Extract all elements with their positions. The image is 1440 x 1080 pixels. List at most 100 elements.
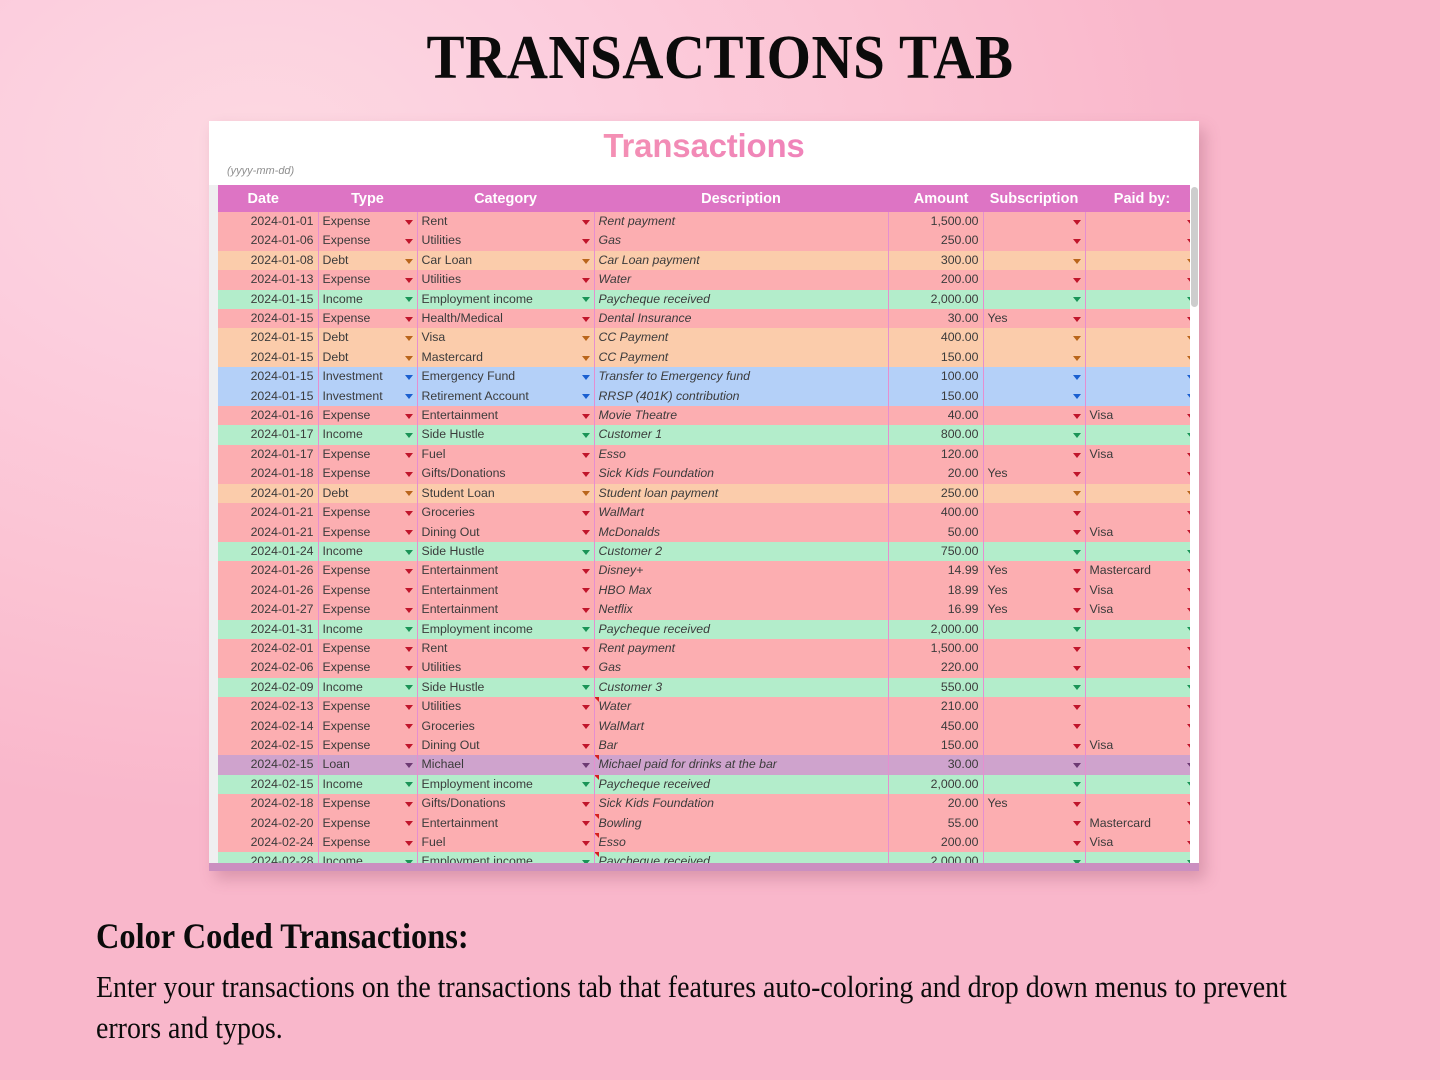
chevron-down-icon[interactable] — [581, 588, 590, 594]
cell-category[interactable]: Groceries — [417, 503, 595, 523]
cell-paid-by[interactable] — [1085, 250, 1199, 271]
column-header-paid-by[interactable]: Paid by: — [1085, 185, 1199, 212]
chevron-down-icon[interactable] — [404, 510, 413, 516]
table-row[interactable]: 2024-01-15 Income Employment income Paycheq… — [209, 289, 1199, 310]
chevron-down-icon[interactable] — [1072, 471, 1081, 477]
chevron-down-icon[interactable] — [404, 801, 413, 807]
chevron-down-icon[interactable] — [404, 413, 413, 419]
cell-subscription[interactable] — [983, 716, 1086, 736]
chevron-down-icon[interactable] — [1072, 724, 1081, 730]
cell-paid-by[interactable]: Visa — [1085, 522, 1199, 542]
table-row[interactable]: 2024-01-18 Expense Gifts/Donations Sick Kid… — [209, 464, 1199, 484]
cell-paid-by[interactable]: Visa — [1085, 580, 1199, 601]
chevron-down-icon[interactable] — [581, 704, 590, 710]
cell-date[interactable]: 2024-01-15 — [209, 386, 319, 407]
cell-paid-by[interactable] — [1085, 541, 1199, 562]
cell-subscription[interactable] — [983, 347, 1086, 368]
chevron-down-icon[interactable] — [404, 685, 413, 691]
cell-amount[interactable]: 210.00 — [888, 697, 984, 717]
cell-paid-by[interactable] — [1085, 270, 1199, 290]
cell-subscription[interactable] — [983, 755, 1086, 775]
column-header-amount[interactable]: Amount — [888, 185, 984, 212]
cell-type[interactable]: Expense — [318, 716, 418, 736]
cell-subscription[interactable] — [983, 813, 1086, 833]
chevron-down-icon[interactable] — [1072, 743, 1081, 749]
cell-date[interactable]: 2024-02-09 — [209, 677, 319, 698]
cell-paid-by[interactable] — [1085, 425, 1199, 445]
chevron-down-icon[interactable] — [404, 471, 413, 477]
cell-amount[interactable]: 400.00 — [888, 328, 984, 348]
chevron-down-icon[interactable] — [404, 239, 413, 245]
cell-date[interactable]: 2024-01-15 — [209, 347, 319, 368]
cell-category[interactable]: Dining Out — [417, 735, 595, 756]
table-row[interactable]: 2024-01-15 Expense Health/Medical Dental In… — [209, 309, 1199, 329]
cell-description[interactable]: Rent payment — [594, 638, 889, 659]
chevron-down-icon[interactable] — [581, 452, 590, 458]
chevron-down-icon[interactable] — [581, 394, 590, 400]
chevron-down-icon[interactable] — [1072, 413, 1081, 419]
cell-paid-by[interactable] — [1085, 309, 1199, 329]
chevron-down-icon[interactable] — [1072, 277, 1081, 283]
table-row[interactable]: 2024-01-20 Debt Student Loan Student loan p… — [209, 483, 1199, 504]
cell-amount[interactable]: 450.00 — [888, 716, 984, 736]
cell-amount[interactable]: 150.00 — [888, 347, 984, 368]
cell-category[interactable]: Student Loan — [417, 483, 595, 504]
chevron-down-icon[interactable] — [404, 627, 413, 633]
cell-category[interactable]: Employment income — [417, 289, 595, 310]
chevron-down-icon[interactable] — [581, 685, 590, 691]
cell-subscription[interactable]: Yes — [983, 580, 1086, 601]
cell-paid-by[interactable] — [1085, 347, 1199, 368]
cell-subscription[interactable] — [983, 231, 1086, 251]
cell-subscription[interactable] — [983, 541, 1086, 562]
chevron-down-icon[interactable] — [581, 413, 590, 419]
cell-category[interactable]: Utilities — [417, 231, 595, 251]
cell-subscription[interactable] — [983, 212, 1086, 232]
table-row[interactable]: 2024-02-15 Expense Dining Out Bar 150.00 Visa — [209, 735, 1199, 756]
chevron-down-icon[interactable] — [581, 801, 590, 807]
table-row[interactable]: 2024-01-27 Expense Entertainment Netflix 16.… — [209, 600, 1199, 620]
cell-description[interactable]: Esso — [594, 833, 889, 853]
cell-amount[interactable]: 2,000.00 — [888, 619, 984, 639]
vertical-scrollbar-thumb[interactable] — [1191, 187, 1198, 307]
cell-type[interactable]: Expense — [318, 231, 418, 251]
cell-description[interactable]: Gas — [594, 658, 889, 678]
cell-description[interactable]: Gas — [594, 231, 889, 251]
table-row[interactable]: 2024-02-18 Expense Gifts/Donations Sick Kid… — [209, 794, 1199, 814]
chevron-down-icon[interactable] — [581, 782, 590, 788]
chevron-down-icon[interactable] — [1072, 355, 1081, 361]
cell-amount[interactable]: 30.00 — [888, 755, 984, 775]
cell-paid-by[interactable] — [1085, 794, 1199, 814]
cell-date[interactable]: 2024-01-15 — [209, 328, 319, 348]
cell-type[interactable]: Expense — [318, 503, 418, 523]
cell-paid-by[interactable] — [1085, 328, 1199, 348]
cell-paid-by[interactable] — [1085, 386, 1199, 407]
cell-subscription[interactable] — [983, 483, 1086, 504]
cell-description[interactable]: Car Loan payment — [594, 250, 889, 271]
cell-description[interactable]: Esso — [594, 444, 889, 465]
cell-amount[interactable]: 120.00 — [888, 444, 984, 465]
cell-type[interactable]: Income — [318, 774, 418, 795]
chevron-down-icon[interactable] — [1072, 646, 1081, 652]
cell-paid-by[interactable]: Mastercard — [1085, 561, 1199, 581]
table-row[interactable]: 2024-02-14 Expense Groceries WalMart 450.00 — [209, 716, 1199, 736]
cell-category[interactable]: Side Hustle — [417, 541, 595, 562]
cell-category[interactable]: Fuel — [417, 833, 595, 853]
cell-date[interactable]: 2024-01-01 — [209, 212, 319, 232]
cell-type[interactable]: Expense — [318, 833, 418, 853]
cell-type[interactable]: Expense — [318, 813, 418, 833]
cell-description[interactable]: Bar — [594, 735, 889, 756]
chevron-down-icon[interactable] — [1072, 374, 1081, 380]
table-row[interactable]: 2024-01-08 Debt Car Loan Car Loan payment 30… — [209, 250, 1199, 271]
chevron-down-icon[interactable] — [1072, 336, 1081, 342]
chevron-down-icon[interactable] — [1072, 627, 1081, 633]
cell-description[interactable]: Sick Kids Foundation — [594, 464, 889, 484]
chevron-down-icon[interactable] — [581, 627, 590, 633]
cell-category[interactable]: Emergency Fund — [417, 367, 595, 387]
chevron-down-icon[interactable] — [581, 471, 590, 477]
cell-category[interactable]: Health/Medical — [417, 309, 595, 329]
cell-description[interactable]: Customer 2 — [594, 541, 889, 562]
chevron-down-icon[interactable] — [581, 491, 590, 497]
chevron-down-icon[interactable] — [404, 452, 413, 458]
cell-date[interactable]: 2024-02-14 — [209, 716, 319, 736]
cell-type[interactable]: Expense — [318, 406, 418, 426]
